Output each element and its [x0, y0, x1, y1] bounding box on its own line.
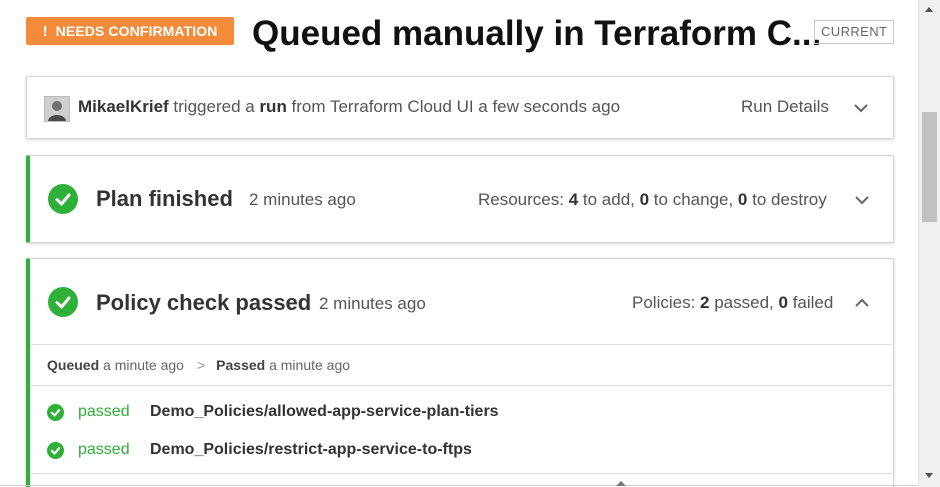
policies-failed-text: failed [787, 293, 834, 312]
policy-result-row: passed Demo_Policies/allowed-app-service… [47, 400, 499, 424]
alert-icon: ! [42, 22, 48, 40]
trigger-text-1: triggered a [168, 97, 260, 116]
resources-change-count: 0 [639, 190, 650, 209]
bottom-edge [0, 485, 918, 486]
check-circle-icon [48, 184, 78, 214]
scroll-down-arrow-icon[interactable] [925, 473, 933, 478]
run-title: Queued manually in Terraform C... [252, 14, 822, 53]
policy-result-name[interactable]: Demo_Policies/allowed-app-service-plan-t… [150, 403, 499, 421]
chevron-down-icon[interactable] [852, 190, 872, 210]
trigger-text-2: from Terraform Cloud UI a few seconds ag… [286, 97, 621, 116]
plan-time: 2 minutes ago [249, 190, 356, 209]
policies-passed-text: passed, [709, 293, 779, 312]
run-trigger-card: MikaelKrief triggered a run from Terrafo… [26, 76, 894, 139]
policies-failed-count: 0 [778, 293, 788, 312]
vertical-scrollbar[interactable] [918, 0, 940, 487]
resources-destroy-text: to destroy [747, 190, 827, 209]
policies-summary: Policies: 2 passed, 0 failed [632, 293, 833, 313]
resources-prefix: Resources: [478, 190, 569, 209]
trigger-user[interactable]: MikaelKrief [78, 97, 169, 116]
timeline-queued-time: a minute ago [99, 357, 184, 373]
plan-resources-summary: Resources: 4 to add, 0 to change, 0 to d… [478, 190, 827, 210]
resources-destroy-count: 0 [737, 190, 748, 209]
policy-check-card: Policy check passed 2 minutes ago Polici… [26, 258, 894, 487]
scrollbar-thumb[interactable] [922, 112, 937, 222]
divider [30, 344, 892, 345]
divider [30, 473, 892, 474]
user-avatar [44, 96, 70, 122]
policy-result-status: passed [78, 441, 130, 458]
policies-passed-count: 2 [700, 293, 710, 312]
policy-result-name[interactable]: Demo_Policies/restrict-app-service-to-ft… [150, 441, 472, 459]
resources-add-text: to add, [578, 190, 640, 209]
current-tag: CURRENT [814, 20, 895, 44]
timeline-separator: > [196, 357, 206, 373]
check-circle-icon [48, 287, 78, 317]
plan-title: Plan finished [96, 186, 233, 211]
divider [30, 385, 892, 386]
status-badge: ! NEEDS CONFIRMATION [26, 17, 234, 45]
policy-timeline: Queued a minute ago > Passed a minute ago [47, 357, 350, 373]
policies-prefix: Policies: [632, 293, 701, 312]
chevron-down-icon[interactable] [851, 98, 871, 118]
run-page: ! NEEDS CONFIRMATION Queued manually in … [0, 0, 918, 487]
policy-time: 2 minutes ago [319, 294, 426, 313]
timeline-passed-label: Passed [216, 357, 266, 373]
plan-card: Plan finished 2 minutes ago Resources: 4… [26, 155, 894, 243]
check-circle-icon [47, 403, 64, 421]
chevron-up-icon[interactable] [852, 293, 872, 313]
timeline-passed-time: a minute ago [265, 357, 351, 373]
trigger-run-word: run [259, 97, 287, 116]
user-avatar-image [45, 97, 69, 121]
policy-result-row: passed Demo_Policies/restrict-app-servic… [47, 438, 472, 462]
caret-up-icon [616, 481, 626, 486]
resources-add-count: 4 [568, 190, 579, 209]
status-badge-label: NEEDS CONFIRMATION [55, 23, 218, 39]
policy-title: Policy check passed [96, 290, 312, 315]
timeline-queued-label: Queued [47, 357, 100, 373]
trigger-sentence: MikaelKrief triggered a run from Terrafo… [78, 97, 620, 117]
resources-change-text: to change, [649, 190, 738, 209]
scroll-up-arrow-icon[interactable] [925, 7, 933, 12]
check-circle-icon [47, 441, 64, 459]
run-details-link[interactable]: Run Details [741, 97, 829, 117]
policy-result-status: passed [78, 403, 130, 420]
